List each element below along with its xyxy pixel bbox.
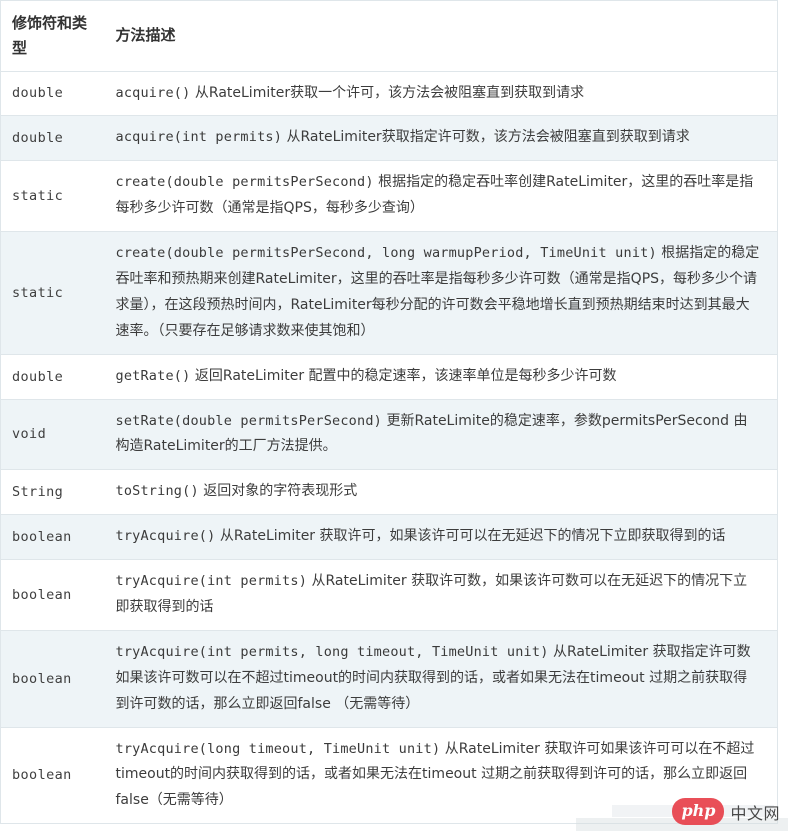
table-row: static create(double permitsPerSecond, lo… [0, 231, 778, 355]
method-signature: setRate(double permitsPerSecond) [115, 412, 382, 429]
page-root: 修饰符和类型 方法描述 double acquire() 从RateLimiter… [0, 0, 788, 831]
cell-method-description: toString() 返回对象的字符表现形式 [103, 469, 778, 516]
cell-method-description: create(double permitsPerSecond, long war… [103, 231, 778, 355]
method-signature: tryAcquire(int permits, long timeout, Ti… [115, 643, 549, 660]
cell-modifier-type: boolean [0, 559, 104, 631]
cell-modifier-type: void [0, 399, 104, 471]
table-row: static create(double permitsPerSecond) 根据… [0, 160, 778, 233]
method-signature: tryAcquire(long timeout, TimeUnit unit) [115, 740, 441, 757]
table-row: double acquire() 从RateLimiter获取一个许可，该方法会被… [0, 71, 778, 117]
cell-modifier-type: String [0, 469, 104, 516]
cell-modifier-type: static [0, 160, 104, 233]
table-row: double getRate() 返回RateLimiter 配置中的稳定速率，该… [0, 354, 778, 400]
method-description-text: 返回对象的字符表现形式 [198, 483, 358, 500]
method-signature: create(double permitsPerSecond, long war… [115, 245, 657, 262]
table-header-row: 修饰符和类型 方法描述 [0, 0, 778, 72]
table-header: 修饰符和类型 方法描述 [0, 0, 778, 72]
cell-modifier-type: double [0, 115, 104, 162]
table-row: double acquire(int permits) 从RateLimiter获… [0, 115, 778, 162]
cell-method-description: acquire(int permits) 从RateLimiter获取指定许可数… [103, 115, 778, 162]
method-signature: tryAcquire() [115, 528, 216, 545]
table-row: void setRate(double permitsPerSecond) 更新R… [0, 399, 778, 471]
table-row: boolean tryAcquire() 从RateLimiter 获取许可，如果… [0, 514, 778, 561]
method-signature: getRate() [115, 367, 191, 384]
cell-method-description: setRate(double permitsPerSecond) 更新RateL… [103, 399, 778, 471]
cell-method-description: tryAcquire() 从RateLimiter 获取许可，如果该许可可以在无… [103, 514, 778, 561]
cell-method-description: acquire() 从RateLimiter获取一个许可，该方法会被阻塞直到获取… [103, 71, 778, 117]
cell-method-description: create(double permitsPerSecond) 根据指定的稳定吞… [103, 160, 778, 233]
method-signature: acquire() [115, 84, 191, 101]
method-description-text: 从RateLimiter 获取许可，如果该许可可以在无延迟下的情况下立即获取得到… [215, 528, 726, 545]
cell-modifier-type: boolean [0, 727, 104, 825]
table-row: String toString() 返回对象的字符表现形式 [0, 469, 778, 516]
cell-modifier-type: double [0, 71, 104, 117]
cell-modifier-type: static [0, 231, 104, 355]
cell-method-description: tryAcquire(int permits) 从RateLimiter 获取许… [103, 559, 778, 631]
method-signature: acquire(int permits) [115, 129, 283, 146]
cell-method-description: tryAcquire(long timeout, TimeUnit unit) … [103, 727, 778, 825]
method-signature: toString() [115, 483, 199, 500]
cell-modifier-type: boolean [0, 514, 104, 561]
table-row: boolean tryAcquire(int permits, long time… [0, 630, 778, 728]
table-body: double acquire() 从RateLimiter获取一个许可，该方法会被… [0, 71, 778, 825]
cell-method-description: getRate() 返回RateLimiter 配置中的稳定速率，该速率单位是每… [103, 354, 778, 400]
method-description-text: 返回RateLimiter 配置中的稳定速率，该速率单位是每秒多少许可数 [190, 367, 617, 384]
table-row: boolean tryAcquire(int permits) 从RateLimi… [0, 559, 778, 631]
method-description-text: 从RateLimiter获取指定许可数，该方法会被阻塞直到获取到请求 [282, 129, 690, 146]
cell-modifier-type: boolean [0, 630, 104, 728]
method-description-text: 从RateLimiter获取一个许可，该方法会被阻塞直到获取到请求 [190, 84, 585, 101]
cell-method-description: tryAcquire(int permits, long timeout, Ti… [103, 630, 778, 728]
method-signature: create(double permitsPerSecond) [115, 174, 374, 191]
column-header-type: 修饰符和类型 [0, 0, 104, 72]
method-signature: tryAcquire(int permits) [115, 573, 308, 590]
table-row: boolean tryAcquire(long timeout, TimeUnit… [0, 727, 778, 825]
api-method-table: 修饰符和类型 方法描述 double acquire() 从RateLimiter… [0, 0, 778, 825]
column-header-description: 方法描述 [103, 0, 778, 72]
cell-modifier-type: double [0, 354, 104, 400]
